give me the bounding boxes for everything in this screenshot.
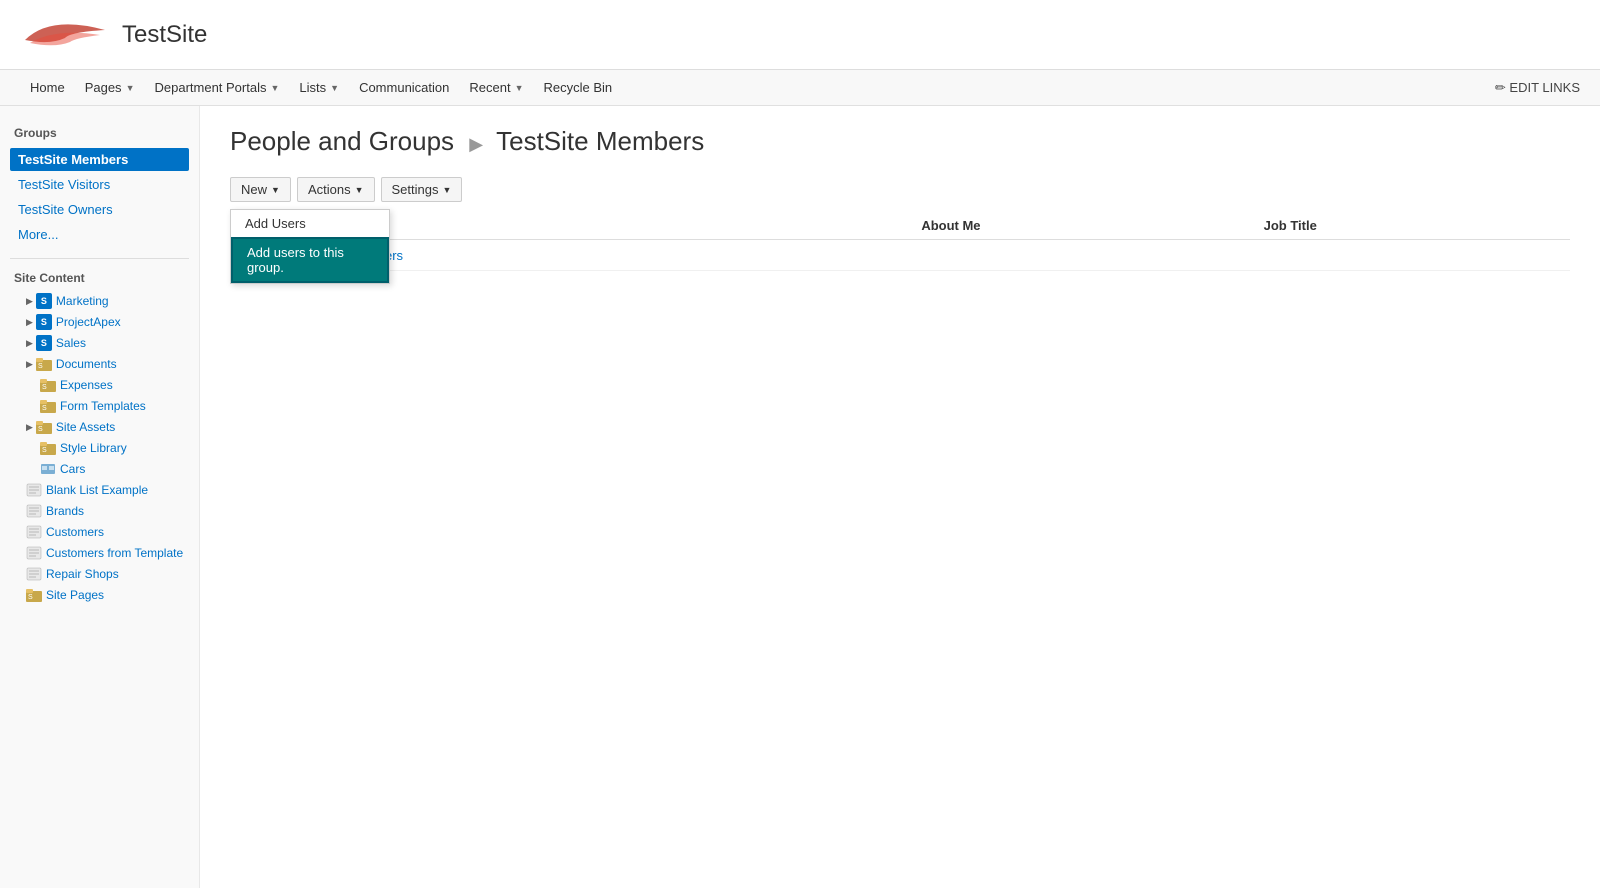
tree-item-form-templates[interactable]: S Form Templates — [10, 396, 189, 416]
actions-btn-arrow: ▼ — [355, 185, 364, 195]
new-dropdown-menu: Add Users Add users to this group. — [230, 209, 390, 284]
tree-item-site-pages[interactable]: S Site Pages — [10, 585, 189, 605]
tree-item-marketing[interactable]: ▶ S Marketing — [10, 291, 189, 311]
dept-portals-arrow: ▼ — [270, 83, 279, 93]
page-heading: People and Groups ▶ TestSite Members — [230, 126, 1570, 157]
nav-bar: Home Pages ▼ Department Portals ▼ Lists … — [0, 70, 1600, 106]
list-icon-customers-template — [26, 545, 42, 561]
nav-department-portals[interactable]: Department Portals ▼ — [144, 70, 289, 106]
recent-arrow: ▼ — [515, 83, 524, 93]
lists-arrow: ▼ — [330, 83, 339, 93]
dropdown-item-add-users[interactable]: Add Users — [231, 210, 389, 237]
page-title: TestSite Members — [496, 126, 704, 156]
nav-lists[interactable]: Lists ▼ — [289, 70, 349, 106]
tree-item-documents[interactable]: ▶ S Documents — [10, 354, 189, 374]
folder-icon-expenses: S — [40, 377, 56, 393]
pages-arrow: ▼ — [126, 83, 135, 93]
new-btn-arrow: ▼ — [271, 185, 280, 195]
svg-text:S: S — [42, 384, 47, 391]
list-icon-customers — [26, 524, 42, 540]
tree-item-site-assets[interactable]: ▶ S Site Assets — [10, 417, 189, 437]
sidebar-item-testsite-owners[interactable]: TestSite Owners — [10, 198, 189, 221]
folder-icon-form-templates: S — [40, 398, 56, 414]
svg-text:S: S — [38, 426, 43, 433]
table-row: TestSite Members — [230, 240, 1570, 271]
table-body: TestSite Members — [230, 240, 1570, 271]
site-content-title: Site Content — [10, 271, 189, 285]
tree-item-sales[interactable]: ▶ S Sales — [10, 333, 189, 353]
sidebar-more-groups[interactable]: More... — [10, 223, 189, 246]
svg-text:S: S — [42, 447, 47, 454]
table-header-row: Name About Me Job Title — [230, 212, 1570, 240]
s-icon-projectapex: S — [36, 314, 52, 330]
nav-recycle-bin[interactable]: Recycle Bin — [534, 70, 623, 106]
expand-icon: ▶ — [26, 338, 33, 349]
toolbar: New ▼ Add Users Add users to this group.… — [230, 177, 1570, 202]
row-jobtitle-cell — [1254, 240, 1570, 271]
expand-icon: ▶ — [26, 359, 33, 370]
sidebar: Groups TestSite Members TestSite Visitor… — [0, 106, 200, 888]
site-title: TestSite — [122, 21, 207, 49]
table-header: Name About Me Job Title — [230, 212, 1570, 240]
breadcrumb-part1: People and Groups — [230, 126, 454, 156]
row-about-cell — [911, 240, 1253, 271]
list-icon-blank — [26, 482, 42, 498]
nav-communication[interactable]: Communication — [349, 70, 459, 106]
dropdown-item-add-users-group[interactable]: Add users to this group. — [231, 237, 389, 283]
sidebar-item-testsite-visitors[interactable]: TestSite Visitors — [10, 173, 189, 196]
folder-icon-site-assets: S — [36, 419, 52, 435]
new-btn-container: New ▼ Add Users Add users to this group. — [230, 177, 291, 202]
svg-text:S: S — [42, 405, 47, 412]
svg-text:S: S — [38, 363, 43, 370]
nav-recent[interactable]: Recent ▼ — [459, 70, 533, 106]
new-button[interactable]: New ▼ — [230, 177, 291, 202]
table-area: Name About Me Job Title TestSite M — [230, 212, 1570, 271]
expand-icon: ▶ — [26, 296, 33, 307]
breadcrumb-arrow: ▶ — [469, 134, 488, 154]
tree-item-style-library[interactable]: S Style Library — [10, 438, 189, 458]
folder-icon-style-library: S — [40, 440, 56, 456]
logo-area: TestSite — [20, 10, 207, 60]
folder-icon-documents: S — [36, 356, 52, 372]
tree-item-brands[interactable]: Brands — [10, 501, 189, 521]
site-logo — [20, 10, 110, 60]
settings-button[interactable]: Settings ▼ — [381, 177, 463, 202]
settings-btn-arrow: ▼ — [442, 185, 451, 195]
expand-icon: ▶ — [26, 422, 33, 433]
s-icon-marketing: S — [36, 293, 52, 309]
tree-item-projectapex[interactable]: ▶ S ProjectApex — [10, 312, 189, 332]
folder-s-icon-site-pages: S — [26, 587, 42, 603]
list-icon-brands — [26, 503, 42, 519]
edit-links-button[interactable]: ✏ EDIT LINKS — [1495, 80, 1580, 96]
content-area: People and Groups ▶ TestSite Members New… — [200, 106, 1600, 888]
expand-icon: ▶ — [26, 317, 33, 328]
nav-home[interactable]: Home — [20, 70, 75, 106]
list-icon-repair-shops — [26, 566, 42, 582]
tree-item-expenses[interactable]: S Expenses — [10, 375, 189, 395]
tree-item-customers[interactable]: Customers — [10, 522, 189, 542]
nav-pages[interactable]: Pages ▼ — [75, 70, 145, 106]
main-layout: Groups TestSite Members TestSite Visitor… — [0, 106, 1600, 888]
svg-text:S: S — [28, 594, 33, 601]
members-table: Name About Me Job Title TestSite M — [230, 212, 1570, 271]
s-icon-sales: S — [36, 335, 52, 351]
sidebar-divider — [10, 258, 189, 259]
actions-button[interactable]: Actions ▼ — [297, 177, 375, 202]
top-header: TestSite — [0, 0, 1600, 70]
list-img-icon-cars — [40, 461, 56, 477]
groups-section-title: Groups — [10, 126, 189, 140]
tree-item-repair-shops[interactable]: Repair Shops — [10, 564, 189, 584]
tree-item-cars[interactable]: Cars — [10, 459, 189, 479]
col-about-me: About Me — [911, 212, 1253, 240]
sidebar-item-testsite-members[interactable]: TestSite Members — [10, 148, 189, 171]
col-job-title: Job Title — [1254, 212, 1570, 240]
tree-item-customers-template[interactable]: Customers from Template — [10, 543, 189, 563]
tree-item-blank-list[interactable]: Blank List Example — [10, 480, 189, 500]
